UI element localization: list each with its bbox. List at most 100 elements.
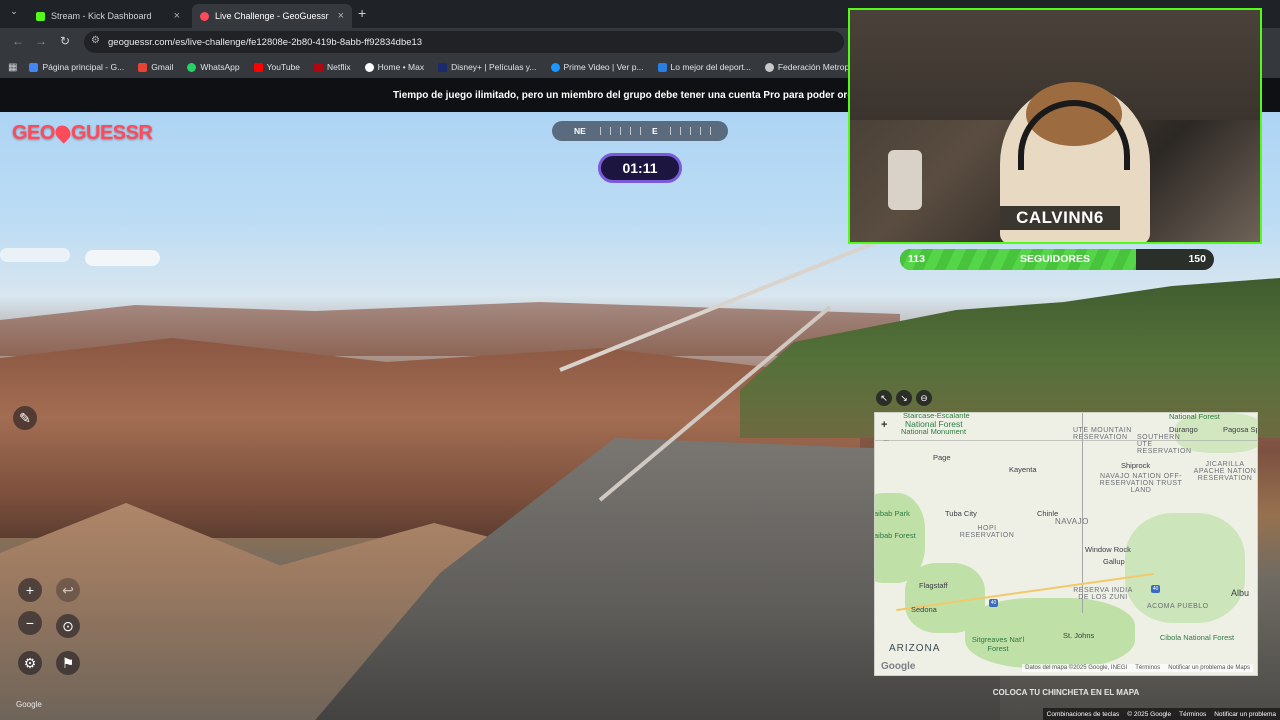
map-label: Flagstaff — [919, 581, 948, 590]
compass-tick — [610, 127, 611, 135]
cloud — [0, 248, 70, 262]
bookmark-item[interactable]: Prime Video | Ver p... — [550, 62, 644, 72]
gmail-icon — [138, 62, 148, 72]
reload-icon[interactable]: ↻ — [60, 34, 70, 48]
street-view-footer: Combinaciones de teclas © 2025 Google Té… — [1042, 708, 1280, 720]
compass-tick — [690, 127, 691, 135]
prime-video-icon — [550, 62, 560, 72]
bookmark-item[interactable]: Federación Metrop... — [764, 62, 856, 72]
new-tab-icon[interactable]: + — [358, 5, 366, 21]
screen: ⌄ Stream - Kick Dashboard × Live Challen… — [0, 0, 1280, 720]
map-label: SOUTHERN UTE RESERVATION — [1137, 434, 1192, 455]
compass: NE E — [552, 121, 728, 141]
tab-geoguessr[interactable]: Live Challenge - GeoGuessr × — [192, 4, 352, 28]
close-tab-icon[interactable]: × — [174, 10, 180, 22]
bookmark-item[interactable]: Gmail — [138, 62, 173, 72]
bookmark-item[interactable]: WhatsApp — [187, 62, 240, 72]
terms-link[interactable]: Términos — [1179, 711, 1206, 718]
zoom-out-button[interactable]: − — [18, 611, 42, 635]
compass-tick — [700, 127, 701, 135]
pin-map-icon[interactable]: ⊖ — [916, 390, 932, 406]
google-map-logo: Google — [881, 661, 916, 672]
whatsapp-icon — [187, 62, 197, 72]
round-timer: 01:11 — [598, 153, 682, 183]
compass-tick — [680, 127, 681, 135]
forward-icon[interactable]: → — [35, 34, 47, 48]
map-label: aibab Park — [874, 509, 910, 518]
followers-goal: 150 — [1188, 253, 1206, 265]
map-label: National Forest — [1169, 412, 1220, 421]
map-label: ARIZONA — [889, 643, 941, 654]
apps-grid-icon[interactable]: ▦ — [8, 62, 17, 73]
bookmark-item[interactable]: Lo mejor del deport... — [657, 62, 751, 72]
shrink-map-icon[interactable]: ↘ — [896, 390, 912, 406]
follower-goal-bar: 113 SEGUIDORES 150 — [900, 249, 1214, 270]
state-border — [875, 440, 1257, 441]
geoguessr-favicon-icon — [200, 11, 209, 21]
map-label: Window Rock — [1085, 545, 1131, 554]
map-label: Page — [933, 453, 951, 462]
compass-tick — [620, 127, 621, 135]
youtube-icon — [253, 62, 263, 72]
followers-label: SEGUIDORES — [1020, 253, 1091, 265]
chat-icon[interactable]: ✎ — [13, 406, 37, 430]
bookmark-item[interactable]: Disney+ | Películas y... — [438, 62, 537, 72]
copyright-text: © 2025 Google — [1127, 710, 1172, 718]
map-attribution: Datos del mapa ©2025 Google, INEGI Térmi… — [1022, 664, 1253, 672]
federation-icon — [764, 62, 774, 72]
map-label: HOPI RESERVATION — [959, 525, 1015, 539]
back-icon[interactable]: ← — [12, 34, 24, 48]
return-to-start-button[interactable]: ⊙ — [56, 614, 80, 638]
url-input[interactable]: ⚙ geoguessr.com/es/live-challenge/fe1280… — [84, 31, 844, 53]
tab-label: Live Challenge - GeoGuessr — [215, 11, 329, 21]
undo-move-button[interactable]: ↩ — [56, 578, 80, 602]
map-terms-link[interactable]: Términos — [1135, 665, 1160, 671]
map-label: Tuba City — [945, 509, 977, 518]
map-label: Cibola National Forest — [1159, 633, 1235, 642]
geoguessr-logo: GEO GUESSR — [12, 122, 153, 144]
bookmark-item[interactable]: Home • Max — [364, 62, 424, 72]
map-label: Pagosa Springs — [1223, 425, 1257, 434]
site-info-icon[interactable]: ⚙ — [91, 35, 100, 46]
cloud — [85, 250, 160, 266]
highway-shield: 40 — [989, 599, 998, 607]
map-label: Albu — [1231, 588, 1250, 598]
bookmark-item[interactable]: Netflix — [314, 62, 351, 72]
place-pin-hint: COLOCA TU CHINCHETA EN EL MAPA — [992, 688, 1140, 697]
tab-kick-dashboard[interactable]: Stream - Kick Dashboard × — [28, 4, 188, 28]
map-label: NAVAJO NATION OFF-RESERVATION TRUST LAND — [1099, 473, 1183, 494]
streamer-webcam: CALVINN6 — [848, 8, 1262, 244]
expand-map-icon[interactable]: ↖ — [876, 390, 892, 406]
disney-icon — [438, 62, 448, 72]
map-label: Kayenta — [1009, 465, 1037, 474]
kick-favicon-icon — [36, 11, 45, 21]
report-problem-link[interactable]: Notificar un problema — [1214, 711, 1276, 718]
compass-tick — [630, 127, 631, 135]
follower-goal-fill — [900, 249, 1137, 270]
zoom-in-button[interactable]: + — [18, 578, 42, 602]
map-zoom-in[interactable]: + — [881, 419, 887, 431]
keyboard-shortcuts-link[interactable]: Combinaciones de teclas — [1047, 711, 1120, 718]
map-report-link[interactable]: Notificar un problema de Maps — [1168, 665, 1250, 671]
map-label: UTE MOUNTAIN RESERVATION — [1073, 427, 1132, 441]
google-watermark: Google — [16, 700, 42, 709]
map-label: Gallup — [1103, 557, 1125, 566]
bookmark-item[interactable]: Página principal - G... — [29, 62, 124, 72]
settings-gear-icon[interactable]: ⚙ — [18, 651, 42, 675]
map-label: Shiprock — [1121, 461, 1151, 470]
map-label: Durango — [1169, 425, 1198, 434]
close-tab-icon[interactable]: × — [338, 10, 344, 22]
compass-tick — [670, 127, 671, 135]
compass-ne: NE — [574, 126, 586, 136]
streamer-name: CALVINN6 — [1000, 206, 1120, 230]
bookmark-item[interactable]: YouTube — [253, 62, 300, 72]
map-zoom-out[interactable]: − — [883, 435, 889, 447]
map-label: National Monument — [901, 427, 967, 436]
flag-icon[interactable]: ⚑ — [56, 651, 80, 675]
highway-shield: 40 — [1151, 585, 1160, 593]
map-label: aibab Forest — [874, 531, 916, 540]
sports-icon — [657, 62, 667, 72]
max-icon — [364, 62, 374, 72]
tab-search-icon[interactable]: ⌄ — [6, 6, 22, 22]
guess-map[interactable]: 40 40 + − Staircase-Escalante National F… — [874, 412, 1258, 676]
